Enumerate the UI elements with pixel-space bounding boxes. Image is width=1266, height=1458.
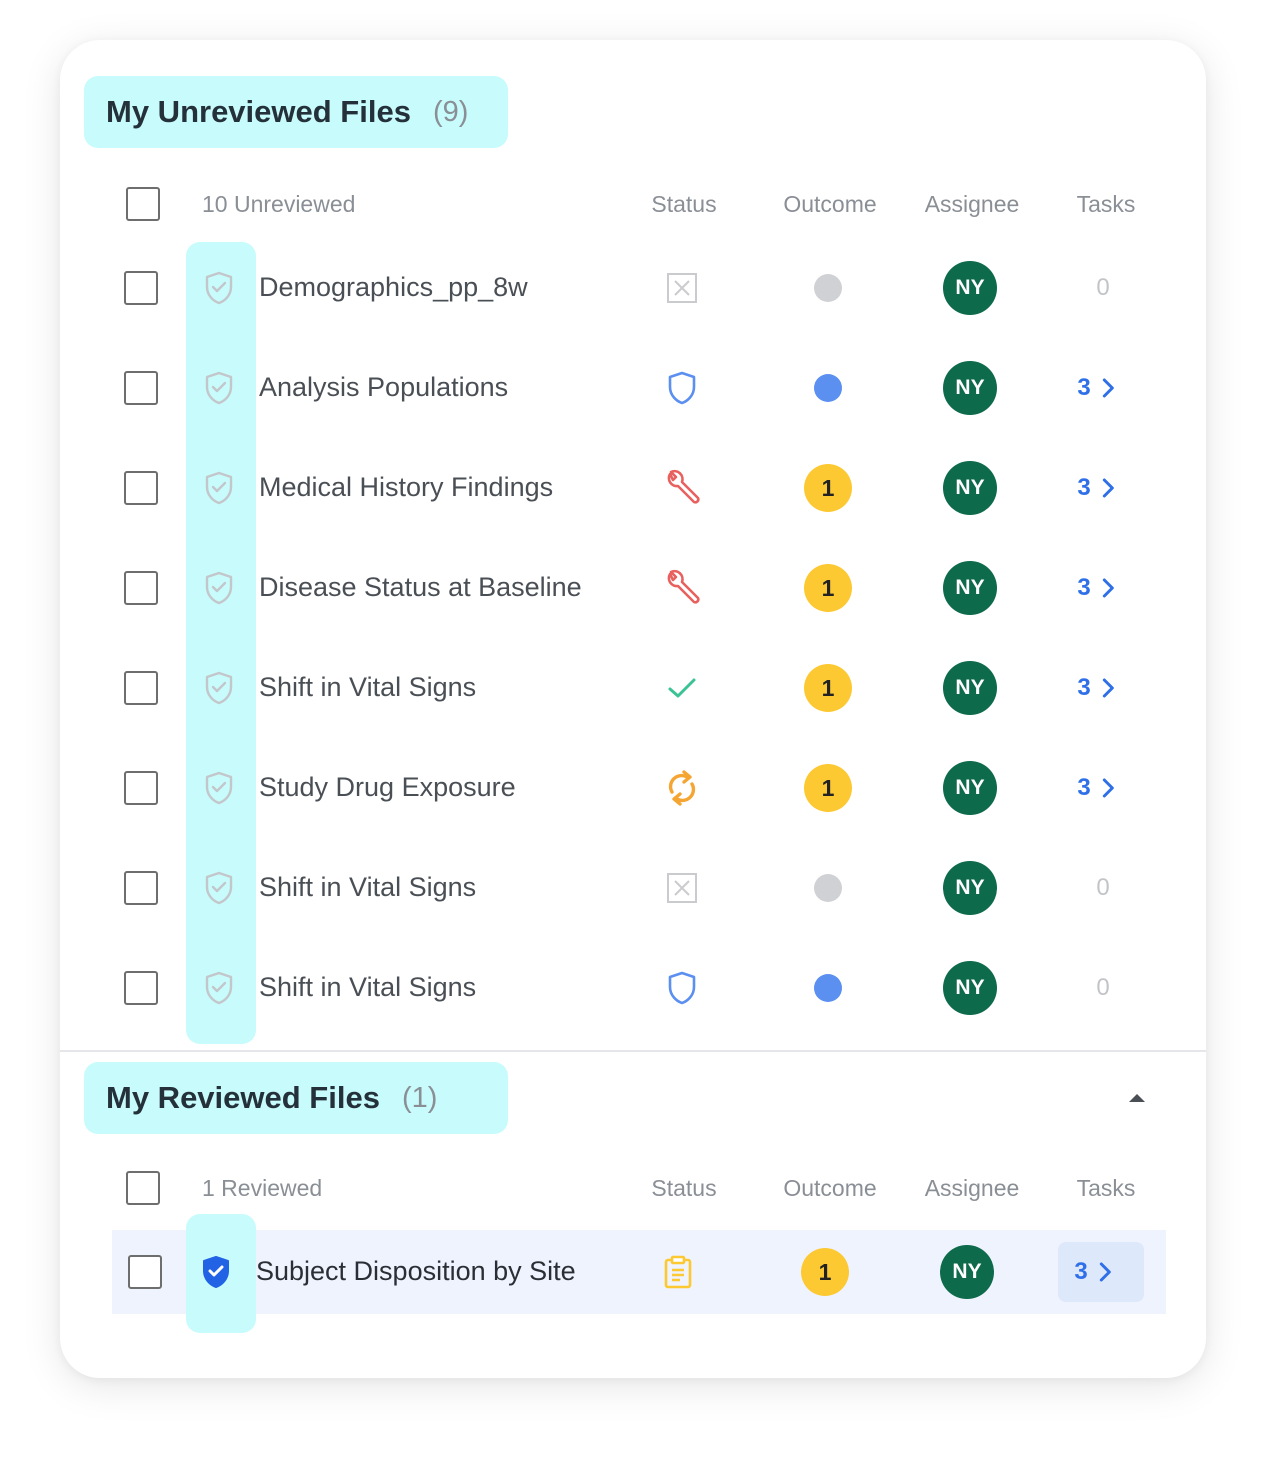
shield-icon xyxy=(667,371,697,405)
review-shield-icon[interactable] xyxy=(204,371,234,405)
file-name-link[interactable]: Shift in Vital Signs xyxy=(259,972,476,1003)
outcome-blue-dot xyxy=(814,374,842,402)
assignee-avatar[interactable]: NY xyxy=(943,661,997,715)
check-icon xyxy=(667,676,697,700)
review-shield-icon[interactable] xyxy=(204,271,234,305)
tasks-count: 3 xyxy=(1077,774,1091,801)
assignee-avatar[interactable]: NY xyxy=(943,861,997,915)
section-count: (1) xyxy=(401,1081,438,1114)
file-name-link[interactable]: Shift in Vital Signs xyxy=(259,872,476,903)
not-applicable-icon xyxy=(666,272,698,304)
select-all-unreviewed-checkbox[interactable] xyxy=(126,187,160,221)
tasks-count: 3 xyxy=(1077,674,1091,701)
chevron-right-icon xyxy=(1100,1262,1112,1282)
reviewed-count-label: 1 Reviewed xyxy=(202,1175,323,1201)
tasks-count: 3 xyxy=(1077,574,1091,601)
file-name-link[interactable]: Shift in Vital Signs xyxy=(259,672,476,703)
clipboard-icon xyxy=(663,1255,693,1289)
file-name-link[interactable]: Subject Disposition by Site xyxy=(256,1256,576,1287)
wrench-icon xyxy=(662,568,702,608)
status-column-header[interactable]: Status xyxy=(651,1175,716,1202)
outcome-blue-dot xyxy=(814,974,842,1002)
assignee-column-header[interactable]: Assignee xyxy=(925,1175,1020,1202)
row-checkbox[interactable] xyxy=(124,771,158,805)
file-name-link[interactable]: Disease Status at Baseline xyxy=(259,572,582,603)
unreviewed-count-label: 10 Unreviewed xyxy=(202,191,356,217)
tasks-column-header[interactable]: Tasks xyxy=(1077,1175,1136,1202)
refresh-icon xyxy=(665,770,699,806)
files-card: My Unreviewed Files (9) 10 Unreviewed St… xyxy=(60,40,1206,1378)
row-checkbox[interactable] xyxy=(124,971,158,1005)
unreviewed-section-title[interactable]: My Unreviewed Files (9) xyxy=(84,76,508,148)
tasks-link[interactable]: 3 xyxy=(1077,674,1115,702)
row-checkbox[interactable] xyxy=(124,871,158,905)
shield-icon xyxy=(667,971,697,1005)
assignee-avatar[interactable]: NY xyxy=(943,361,997,415)
outcome-column-header[interactable]: Outcome xyxy=(783,191,876,218)
outcome-badge[interactable]: 1 xyxy=(801,1248,849,1296)
reviewed-shield-icon[interactable] xyxy=(201,1255,231,1289)
not-applicable-icon xyxy=(666,872,698,904)
tasks-count-zero: 0 xyxy=(1096,974,1110,1001)
review-shield-icon[interactable] xyxy=(204,471,234,505)
outcome-badge[interactable]: 1 xyxy=(804,564,852,612)
assignee-avatar[interactable]: NY xyxy=(940,1245,994,1299)
reviewed-section-title[interactable]: My Reviewed Files (1) xyxy=(84,1062,508,1134)
section-divider xyxy=(60,1050,1206,1052)
outcome-badge[interactable]: 1 xyxy=(804,764,852,812)
tasks-count-zero: 0 xyxy=(1096,874,1110,901)
row-checkbox[interactable] xyxy=(124,471,158,505)
chevron-right-icon xyxy=(1103,678,1115,698)
file-name-link[interactable]: Analysis Populations xyxy=(259,372,508,403)
outcome-grey-dot xyxy=(814,874,842,902)
assignee-avatar[interactable]: NY xyxy=(943,261,997,315)
chevron-right-icon xyxy=(1103,578,1115,598)
tasks-link[interactable]: 3 xyxy=(1077,474,1115,502)
outcome-grey-dot xyxy=(814,274,842,302)
row-checkbox[interactable] xyxy=(124,271,158,305)
chevron-right-icon xyxy=(1103,378,1115,398)
review-shield-icon[interactable] xyxy=(204,971,234,1005)
chevron-right-icon xyxy=(1103,778,1115,798)
tasks-link[interactable]: 3 xyxy=(1077,774,1115,802)
file-name-link[interactable]: Demographics_pp_8w xyxy=(259,272,528,303)
outcome-column-header[interactable]: Outcome xyxy=(783,1175,876,1202)
file-name-link[interactable]: Study Drug Exposure xyxy=(259,772,516,803)
row-checkbox[interactable] xyxy=(124,671,158,705)
collapse-caret-icon[interactable] xyxy=(1128,1093,1146,1103)
outcome-badge[interactable]: 1 xyxy=(804,664,852,712)
outcome-badge[interactable]: 1 xyxy=(804,464,852,512)
row-checkbox[interactable] xyxy=(128,1255,162,1289)
section-count: (9) xyxy=(432,95,469,128)
assignee-avatar[interactable]: NY xyxy=(943,561,997,615)
assignee-avatar[interactable]: NY xyxy=(943,961,997,1015)
tasks-count: 3 xyxy=(1074,1258,1088,1285)
review-shield-icon[interactable] xyxy=(204,671,234,705)
row-checkbox[interactable] xyxy=(124,571,158,605)
tasks-link[interactable]: 3 xyxy=(1077,374,1115,402)
tasks-link[interactable]: 3 xyxy=(1077,574,1115,602)
select-all-reviewed-checkbox[interactable] xyxy=(126,1171,160,1205)
assignee-column-header[interactable]: Assignee xyxy=(925,191,1020,218)
section-title-text: My Unreviewed Files xyxy=(106,94,411,129)
tasks-count: 3 xyxy=(1077,374,1091,401)
tasks-link[interactable]: 3 xyxy=(1074,1258,1112,1286)
review-column-highlight xyxy=(186,242,256,1044)
review-shield-icon[interactable] xyxy=(204,771,234,805)
tasks-count: 3 xyxy=(1077,474,1091,501)
tasks-count-zero: 0 xyxy=(1096,274,1110,301)
assignee-avatar[interactable]: NY xyxy=(943,761,997,815)
review-shield-icon[interactable] xyxy=(204,571,234,605)
chevron-right-icon xyxy=(1103,478,1115,498)
section-title-text: My Reviewed Files xyxy=(106,1080,380,1115)
status-column-header[interactable]: Status xyxy=(651,191,716,218)
row-checkbox[interactable] xyxy=(124,371,158,405)
review-shield-icon[interactable] xyxy=(204,871,234,905)
file-name-link[interactable]: Medical History Findings xyxy=(259,472,553,503)
wrench-icon xyxy=(662,468,702,508)
assignee-avatar[interactable]: NY xyxy=(943,461,997,515)
tasks-column-header[interactable]: Tasks xyxy=(1077,191,1136,218)
